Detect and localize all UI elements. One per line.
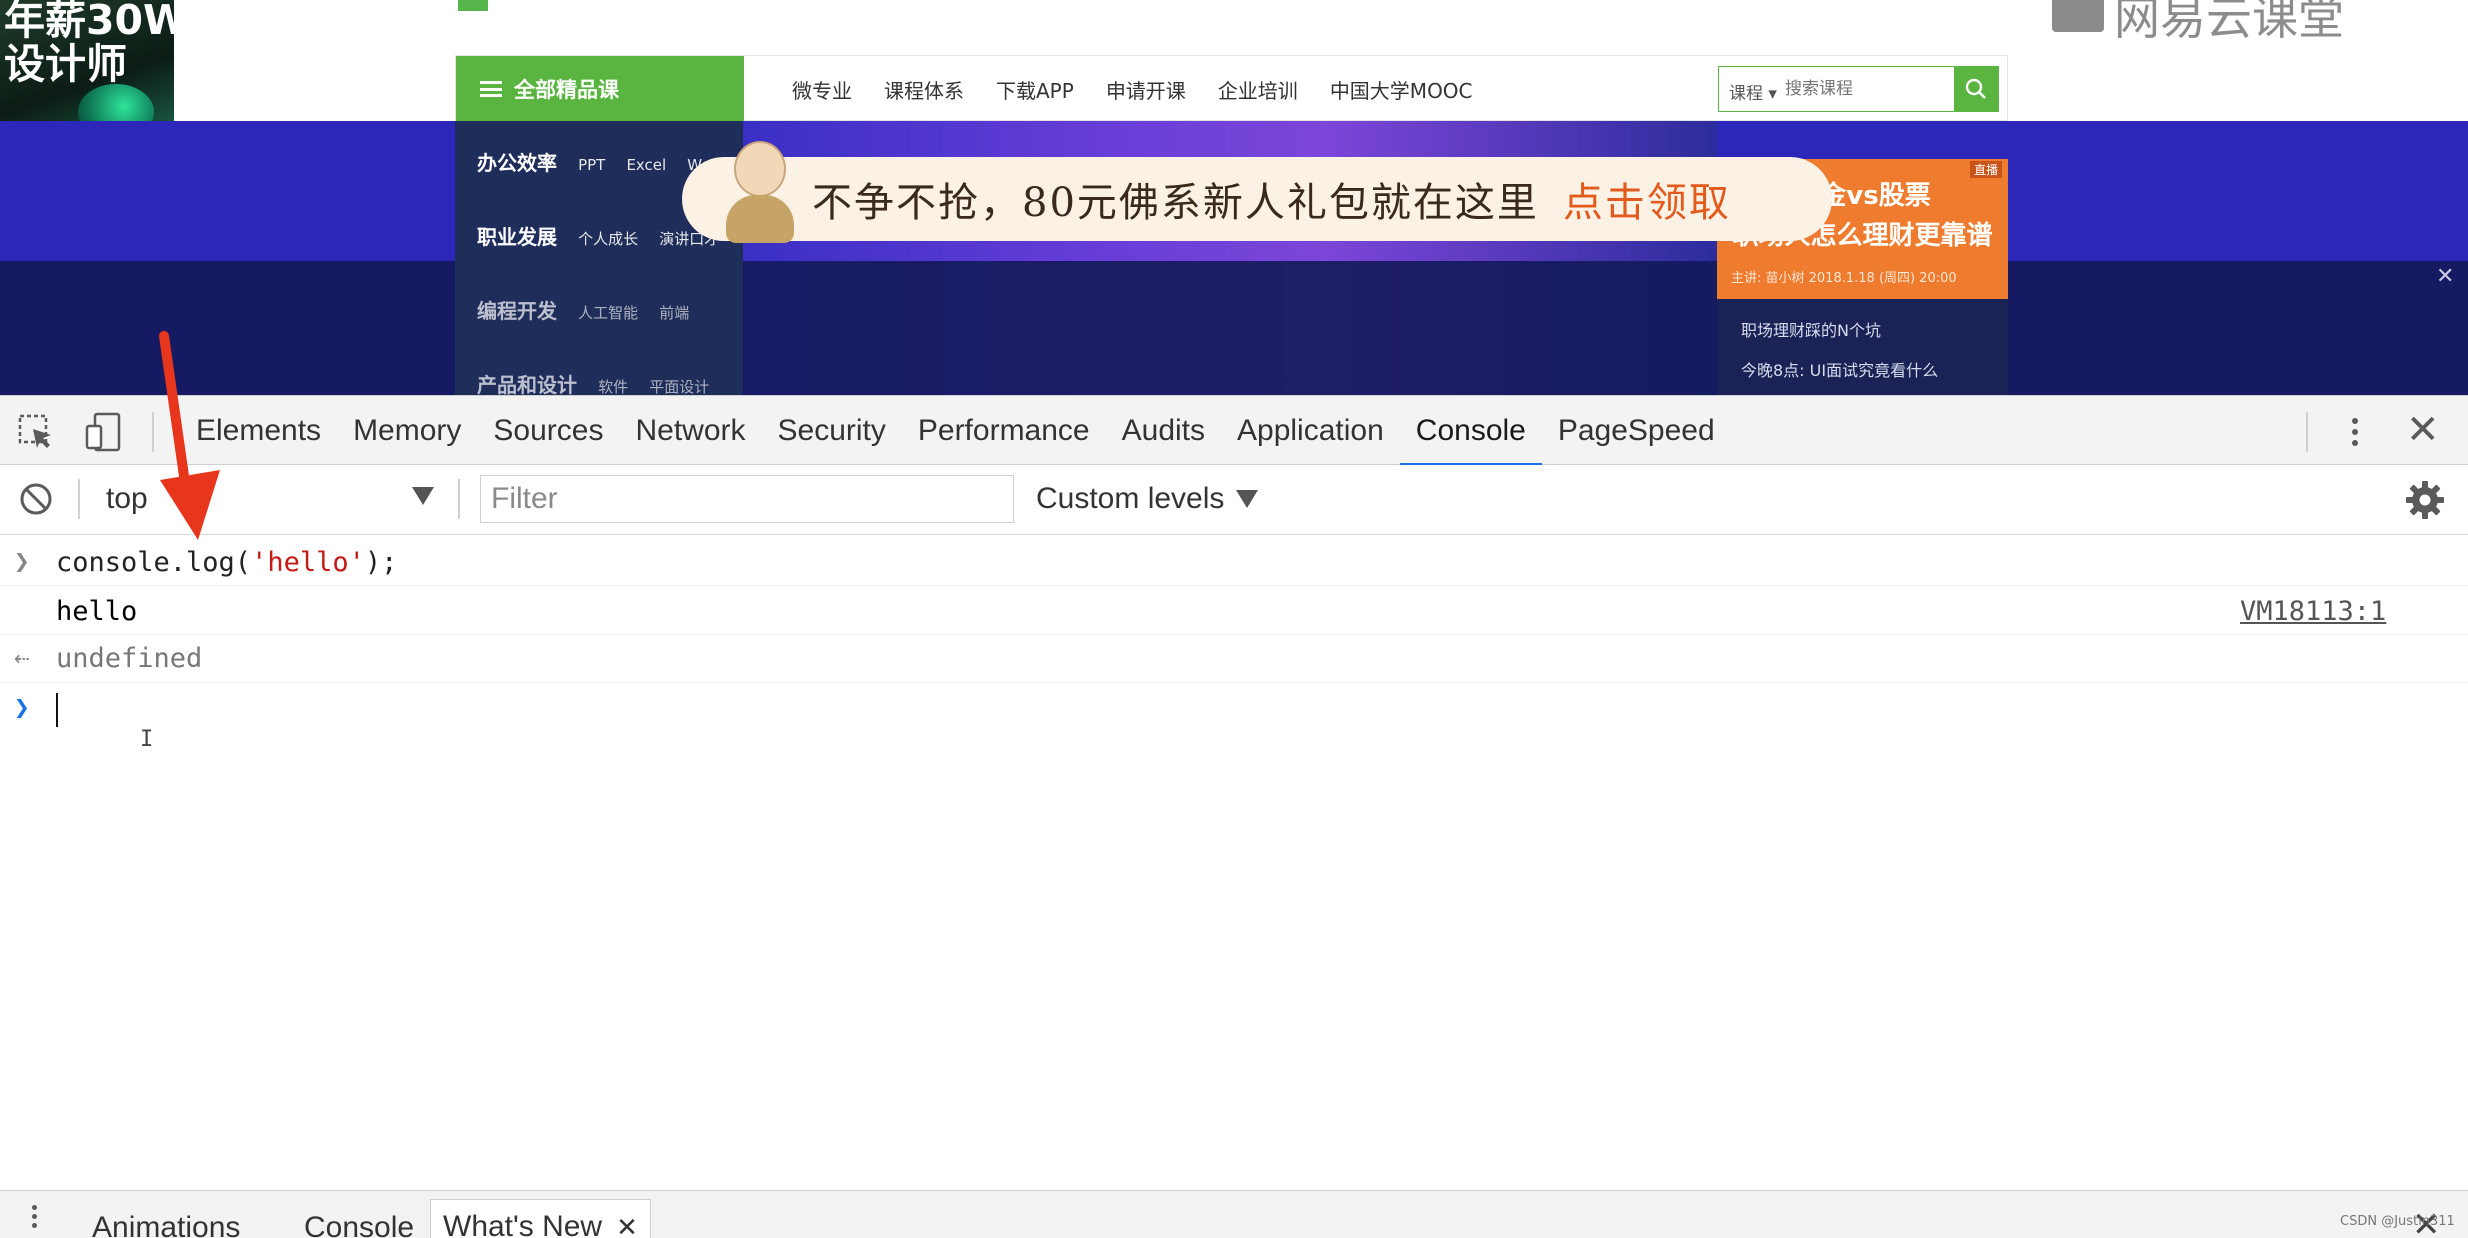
category-row[interactable]: 编程开发 人工智能 前端 [477, 295, 705, 325]
console-output[interactable]: ❯ console.log('hello'); hello VM18113:1 … [0, 535, 2468, 1190]
search-category-select[interactable]: 课程 ▾ [1729, 79, 1777, 104]
nav-link[interactable]: 下载APP [996, 75, 1074, 104]
corner-ad-line2: 设计师 [4, 40, 127, 88]
monk-mascot-icon [722, 141, 798, 245]
toolbar-divider [2306, 412, 2308, 452]
all-courses-button[interactable]: 全部精品课 [456, 56, 744, 122]
site-search-button[interactable] [1954, 67, 1998, 111]
drawer-tab-animations[interactable]: Animations [92, 1211, 240, 1238]
drawer-tab-console[interactable]: Console [304, 1211, 414, 1238]
nav-link[interactable]: 课程体系 [884, 75, 964, 104]
promo-cta[interactable]: 点击领取 [1563, 170, 1731, 228]
annotation-arrow-icon [159, 331, 220, 540]
category-row[interactable]: 产品和设计 软件 平面设计 [477, 369, 725, 395]
tab-pagespeed[interactable]: PageSpeed [1542, 396, 1731, 466]
inspect-element-icon[interactable] [16, 412, 56, 452]
console-toolbar: top Custom levels [0, 465, 2468, 535]
clear-console-icon[interactable] [16, 479, 56, 519]
promo-text: 不争不抢，80元佛系新人礼包就在这里 [812, 180, 1539, 226]
text-cursor-icon: I [140, 727, 154, 752]
category-main: 编程开发 [477, 299, 557, 323]
more-options-icon[interactable] [2342, 412, 2368, 452]
card-list: 职场理财踩的N个坑 今晚8点: UI面试究竟看什么 [1717, 299, 2008, 395]
tab-sources[interactable]: Sources [477, 396, 619, 466]
category-main: 产品和设计 [477, 373, 577, 395]
input-chevron-icon: ❯ [14, 547, 30, 577]
return-value: undefined [56, 643, 203, 674]
nav-link[interactable]: 申请开课 [1106, 75, 1186, 104]
category-sub[interactable]: 软件 [598, 378, 628, 395]
drawer-menu-icon[interactable] [32, 1205, 37, 1228]
console-prompt[interactable]: ❯ [0, 683, 2468, 733]
card-meta: 主讲: 苗小树 2018.1.18 (周四) 20:00 [1731, 271, 1957, 286]
watermark: CSDN @Justin311 [2340, 1214, 2455, 1229]
close-tab-icon[interactable]: ✕ [616, 1212, 638, 1238]
gear-icon[interactable] [2404, 479, 2446, 521]
site-search: 课程 ▾ [1718, 66, 1999, 112]
filter-input[interactable] [480, 475, 1014, 523]
category-sub[interactable]: 平面设计 [649, 378, 709, 395]
close-devtools-icon[interactable]: ✕ [2406, 408, 2440, 452]
nav-link[interactable]: 中国大学MOOC [1330, 75, 1473, 104]
console-command[interactable]: console.log('hello'); [56, 547, 397, 578]
prompt-chevron-icon: ❯ [14, 693, 30, 723]
nav-link[interactable]: 企业培训 [1218, 75, 1298, 104]
category-menu: 办公效率 PPT Excel Word 职业发展 个人成长 演讲口才 编程开发 … [455, 121, 743, 395]
devtools-tabs: Elements Memory Sources Network Security… [180, 396, 1731, 467]
tab-security[interactable]: Security [762, 396, 902, 466]
log-levels-dropdown[interactable]: Custom levels [1036, 475, 1259, 523]
devtools-drawer: Animations Console What's New ✕ ✕ [0, 1190, 2468, 1238]
category-main: 职业发展 [477, 225, 557, 249]
log-levels-label: Custom levels [1036, 482, 1225, 515]
tab-network[interactable]: Network [619, 396, 761, 466]
category-sub[interactable]: 个人成长 [578, 230, 638, 248]
command-prefix: console.log( [56, 547, 252, 578]
nav-links: 微专业 课程体系 下载APP 申请开课 企业培训 中国大学MOOC [792, 56, 1473, 122]
website-viewport: 年薪30W 设计师 网易云课堂 全部精品课 微专业 课程体系 下载APP 申请开… [0, 0, 2468, 395]
tab-performance[interactable]: Performance [902, 396, 1106, 466]
tab-application[interactable]: Application [1221, 396, 1400, 466]
category-sub[interactable]: PPT [578, 156, 605, 174]
command-string: 'hello' [251, 547, 365, 578]
result-arrow-icon: ⇠ [14, 643, 30, 673]
source-link[interactable]: VM18113:1 [2240, 596, 2386, 627]
drawer-tab-label: What's New [443, 1210, 603, 1238]
category-sub[interactable]: 前端 [659, 304, 689, 322]
promo-pill[interactable]: 不争不抢，80元佛系新人礼包就在这里 点击领取 [682, 141, 1832, 243]
tab-audits[interactable]: Audits [1106, 396, 1221, 466]
log-output: hello [56, 596, 138, 627]
toolbar-divider [78, 479, 80, 519]
devtools-panel: Elements Memory Sources Network Security… [0, 395, 2468, 1238]
site-logo[interactable]: 网易云课堂 [2052, 0, 2344, 48]
site-logo-text: 网易云课堂 [2114, 0, 2344, 45]
site-logo-partial[interactable] [458, 0, 496, 21]
device-toolbar-icon[interactable] [84, 412, 124, 452]
site-search-input[interactable] [1785, 75, 1945, 103]
console-log-entry: hello VM18113:1 [0, 585, 2468, 635]
devtools-tabbar: Elements Memory Sources Network Security… [0, 395, 2468, 467]
logo-icon [2052, 0, 2104, 32]
console-input-entry: ❯ console.log('hello'); [0, 547, 2468, 587]
all-courses-label: 全部精品课 [514, 78, 619, 102]
drawer-tab-whats-new[interactable]: What's New ✕ [430, 1199, 651, 1238]
tab-memory[interactable]: Memory [337, 396, 477, 466]
search-icon [1965, 78, 1986, 99]
category-main: 办公效率 [477, 151, 557, 175]
card-list-item[interactable]: 职场理财踩的N个坑 [1741, 317, 1881, 341]
site-navbar: 全部精品课 微专业 课程体系 下载APP 申请开课 企业培训 中国大学MOOC … [455, 55, 2008, 122]
category-sub[interactable]: Excel [626, 156, 666, 174]
tab-console[interactable]: Console [1399, 396, 1542, 467]
menu-icon [480, 81, 502, 97]
text-caret [56, 693, 58, 727]
category-sub[interactable]: 人工智能 [578, 304, 638, 322]
chevron-down-icon [1236, 490, 1259, 508]
nav-link[interactable]: 微专业 [792, 75, 852, 104]
promo-overlay-band [0, 261, 2468, 395]
command-suffix: ); [364, 547, 398, 578]
chevron-down-icon[interactable] [412, 487, 434, 505]
card-list-item[interactable]: 今晚8点: UI面试究竟看什么 [1741, 357, 1938, 381]
toolbar-divider [458, 479, 460, 519]
close-icon[interactable]: ✕ [2436, 263, 2454, 289]
console-result-entry: ⇠ undefined [0, 635, 2468, 683]
